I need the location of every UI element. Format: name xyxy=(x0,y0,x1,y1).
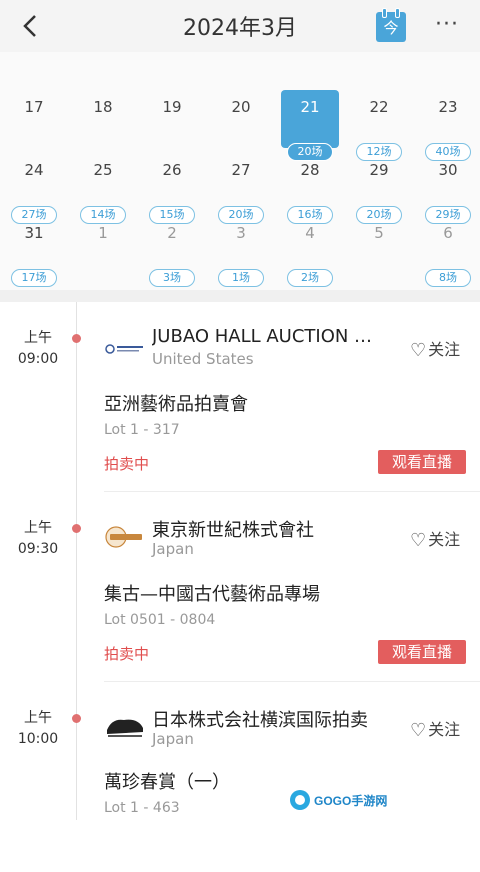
calendar-day-number: 25 xyxy=(93,161,113,179)
auction-house-country: United States xyxy=(152,350,254,368)
lot-range: Lot 0501 - 0804 xyxy=(104,612,216,628)
calendar-day[interactable]: 17 xyxy=(5,90,63,148)
calendar-day[interactable]: 28 16场 xyxy=(281,153,339,224)
auction-house-name[interactable]: 日本株式会社横滨国际拍卖 xyxy=(152,706,392,732)
calendar-day-number: 2 xyxy=(167,224,177,242)
auction-event[interactable]: 上午 10:00 日本株式会社横滨国际拍卖 Japan ♡ 关注 萬珍春賞（一） … xyxy=(0,682,480,872)
section-divider xyxy=(0,290,480,302)
event-time: 09:30 xyxy=(17,541,59,557)
auction-count-badge: 3场 xyxy=(149,269,195,287)
calendar-day-number: 21 xyxy=(300,98,320,116)
lot-range: Lot 1 - 463 xyxy=(104,800,180,816)
watermark-text: GOGO手游网 xyxy=(314,793,387,808)
calendar-today-icon[interactable]: 今 xyxy=(376,8,406,42)
auction-title[interactable]: 萬珍春賞（一） xyxy=(104,768,230,794)
calendar-day-number: 23 xyxy=(438,98,458,116)
calendar-day-number: 4 xyxy=(305,224,315,242)
calendar-day[interactable]: 31 17场 xyxy=(5,216,63,287)
timeline-dot xyxy=(72,714,81,723)
follow-button[interactable]: ♡ 关注 xyxy=(410,716,470,741)
auction-title[interactable]: 亞洲藝術品拍賣會 xyxy=(104,390,248,416)
calendar-day-number: 28 xyxy=(300,161,320,179)
auction-house-logo xyxy=(105,526,142,548)
calendar-day-number: 19 xyxy=(162,98,182,116)
event-time: 10:00 xyxy=(17,731,59,747)
follow-label: 关注 xyxy=(428,340,461,359)
calendar-day-number: 20 xyxy=(231,98,251,116)
calendar-day[interactable]: 23 40场 xyxy=(419,90,477,161)
auction-house-country: Japan xyxy=(152,730,194,748)
watermark-logo: GOGO手游网 xyxy=(290,790,387,810)
timeline-dot xyxy=(72,524,81,533)
calendar-day-number: 31 xyxy=(24,224,44,242)
calendar-day-number: 3 xyxy=(236,224,246,242)
event-period: 上午 xyxy=(24,520,52,536)
calendar-day[interactable]: 29 20场 xyxy=(350,153,408,224)
calendar-grid: 17 18 19 20 21 20场 22 12场 23 40场 24 27场 25 14场 26 15场 27… xyxy=(0,52,480,290)
calendar-day[interactable]: 25 14场 xyxy=(74,153,132,224)
auction-house-name[interactable]: 東京新世紀株式會社 xyxy=(152,516,392,542)
calendar-day[interactable]: 26 15场 xyxy=(143,153,201,224)
calendar-day[interactable]: 6 8场 xyxy=(419,216,477,287)
auction-event[interactable]: 上午 09:00 JUBAO HALL AUCTION … United Sta… xyxy=(0,302,480,492)
auction-house-logo xyxy=(105,344,143,354)
calendar-day-number: 29 xyxy=(369,161,389,179)
calendar-day[interactable]: 4 2场 xyxy=(281,216,339,287)
calendar-day-number: 26 xyxy=(162,161,182,179)
header-bar: 2024年3月 今 ··· xyxy=(0,0,480,52)
calendar-day-number: 22 xyxy=(369,98,389,116)
auction-house-country: Japan xyxy=(152,540,194,558)
auction-title[interactable]: 集古—中國古代藝術品專場 xyxy=(104,580,320,606)
calendar-day-number: 24 xyxy=(24,161,44,179)
watch-live-button[interactable]: 观看直播 xyxy=(378,450,466,474)
calendar-day[interactable]: 22 12场 xyxy=(350,90,408,161)
event-period: 上午 xyxy=(24,710,52,726)
auction-count-badge: 2场 xyxy=(287,269,333,287)
auction-count-badge: 17场 xyxy=(11,269,57,287)
follow-label: 关注 xyxy=(428,530,461,549)
event-time: 09:00 xyxy=(17,351,59,367)
calendar-day[interactable]: 19 xyxy=(143,90,201,148)
calendar-day[interactable]: 5 xyxy=(350,216,408,274)
auction-house-name[interactable]: JUBAO HALL AUCTION … xyxy=(152,326,392,347)
calendar-day[interactable]: 27 20场 xyxy=(212,153,270,224)
watch-live-button[interactable]: 观看直播 xyxy=(378,640,466,664)
calendar-day[interactable]: 21 20场 xyxy=(281,90,339,161)
calendar-day-number: 18 xyxy=(93,98,113,116)
heart-outline-icon: ♡ xyxy=(410,530,427,551)
calendar-day[interactable]: 3 1场 xyxy=(212,216,270,287)
calendar-day[interactable]: 2 3场 xyxy=(143,216,201,287)
calendar-day-number: 5 xyxy=(374,224,384,242)
follow-button[interactable]: ♡ 关注 xyxy=(410,526,470,551)
calendar-day-number: 17 xyxy=(24,98,44,116)
auction-status: 拍卖中 xyxy=(104,455,150,473)
lot-range: Lot 1 - 317 xyxy=(104,422,180,438)
timeline-dot xyxy=(72,334,81,343)
heart-outline-icon: ♡ xyxy=(410,720,427,741)
calendar-day-number: 27 xyxy=(231,161,251,179)
auction-count-badge: 8场 xyxy=(425,269,471,287)
calendar-day-number: 30 xyxy=(438,161,458,179)
calendar-day-number: 1 xyxy=(98,224,108,242)
page-title: 2024年3月 xyxy=(183,16,297,41)
calendar-day[interactable]: 18 xyxy=(74,90,132,148)
auction-status: 拍卖中 xyxy=(104,645,150,663)
calendar-day[interactable]: 24 27场 xyxy=(5,153,63,224)
follow-button[interactable]: ♡ 关注 xyxy=(410,336,470,361)
calendar-day[interactable]: 30 29场 xyxy=(419,153,477,224)
heart-outline-icon: ♡ xyxy=(410,340,427,361)
auction-house-logo xyxy=(107,719,143,737)
more-dots-icon[interactable]: ··· xyxy=(432,12,462,38)
auction-count-badge: 1场 xyxy=(218,269,264,287)
calendar-day[interactable]: 1 xyxy=(74,216,132,274)
calendar-day[interactable]: 20 xyxy=(212,90,270,148)
calendar-day-number: 6 xyxy=(443,224,453,242)
auction-event[interactable]: 上午 09:30 東京新世紀株式會社 Japan ♡ 关注 集古—中國古代藝術品專… xyxy=(0,492,480,682)
event-period: 上午 xyxy=(24,330,52,346)
follow-label: 关注 xyxy=(428,720,461,739)
